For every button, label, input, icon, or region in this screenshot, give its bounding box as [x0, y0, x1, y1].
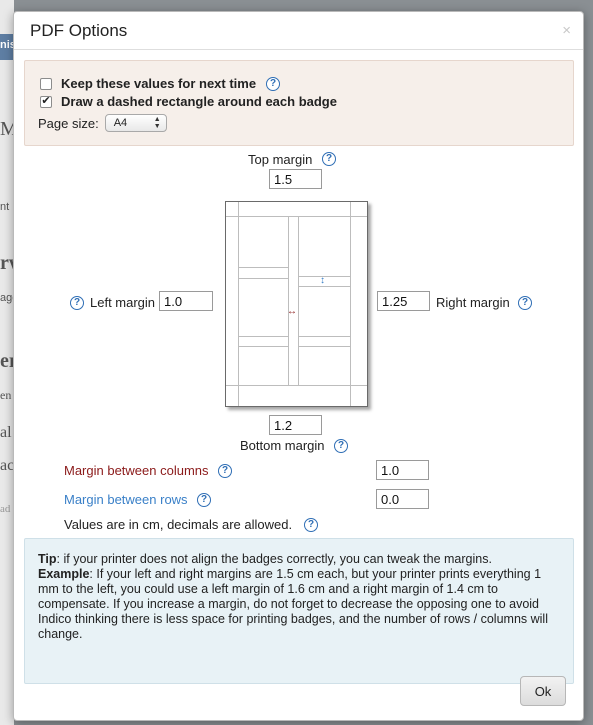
- top-margin-input[interactable]: [269, 169, 322, 189]
- help-icon[interactable]: ?: [334, 439, 348, 453]
- right-margin-label: Right margin: [436, 295, 510, 310]
- left-margin-line: [238, 202, 239, 406]
- rows-margin-input[interactable]: [376, 489, 429, 509]
- example-text: : If your left and right margins are 1.5…: [38, 567, 548, 641]
- right-margin-line: [350, 202, 351, 406]
- close-icon[interactable]: ×: [562, 22, 571, 39]
- help-icon[interactable]: ?: [304, 518, 318, 532]
- row-gap-line: [238, 267, 289, 268]
- dialog-titlebar: PDF Options ×: [14, 12, 583, 50]
- columns-margin-label: Margin between columns: [64, 463, 209, 478]
- select-arrows-icon: ▲ ▼: [153, 116, 161, 130]
- dashed-rect-checkbox[interactable]: ✔: [40, 95, 52, 108]
- background-fragment: ac: [0, 457, 14, 474]
- row-gap-line: [238, 336, 289, 337]
- tip-box: Tip: if your printer does not align the …: [24, 538, 574, 684]
- example-label: Example: [38, 567, 90, 581]
- options-panel: Keep these values for next time ? ✔ Draw…: [24, 60, 574, 146]
- background-header-band: nis: [0, 34, 14, 60]
- page-size-label: Page size:: [38, 115, 99, 131]
- row-gap-line: [238, 346, 289, 347]
- dashed-rect-row: ✔ Draw a dashed rectangle around each ba…: [40, 94, 337, 109]
- columns-margin-input[interactable]: [376, 460, 429, 480]
- background-fragment: er: [0, 350, 14, 372]
- row-gap-line: [298, 346, 351, 347]
- dialog-title: PDF Options: [30, 21, 128, 40]
- help-icon[interactable]: ?: [218, 464, 232, 478]
- keep-values-label: Keep these values for next time: [61, 76, 257, 91]
- ok-button[interactable]: Ok: [520, 676, 566, 706]
- row-gap-arrow-icon: ↕: [320, 275, 325, 286]
- help-icon[interactable]: ?: [518, 296, 532, 310]
- page-size-value: A4: [113, 117, 128, 129]
- page-size-row: Page size: A4 ▲ ▼: [38, 114, 167, 132]
- left-margin-input[interactable]: [159, 291, 213, 311]
- page-size-select[interactable]: A4 ▲ ▼: [104, 114, 167, 132]
- dashed-rect-label: Draw a dashed rectangle around each badg…: [61, 94, 337, 109]
- keep-values-row: Keep these values for next time ?: [40, 76, 281, 91]
- column-gap-line: [288, 216, 289, 386]
- bottom-margin-label: Bottom margin: [240, 438, 325, 453]
- help-icon[interactable]: ?: [266, 76, 281, 91]
- background-fragment: rw: [0, 252, 14, 274]
- background-fragment: ad: [0, 503, 11, 515]
- background-fragment: nt: [0, 201, 10, 213]
- bottom-margin-input[interactable]: [269, 415, 322, 435]
- row-gap-line: [298, 336, 351, 337]
- background-fragment: age: [0, 292, 14, 304]
- help-icon[interactable]: ?: [70, 296, 84, 310]
- page-layout-diagram: ↔ ↕: [225, 201, 368, 407]
- keep-values-checkbox[interactable]: [40, 77, 52, 90]
- units-note: Values are in cm, decimals are allowed.: [64, 517, 293, 532]
- background-fragment: al: [0, 424, 12, 441]
- column-gap-arrow-icon: ↔: [287, 306, 297, 317]
- row-gap-line: [238, 278, 289, 279]
- background-fragment: nis: [0, 39, 14, 51]
- help-icon[interactable]: ?: [197, 493, 211, 507]
- tip-text: : if your printer does not align the bad…: [56, 552, 492, 566]
- rows-margin-label: Margin between rows: [64, 492, 188, 507]
- pdf-options-dialog: PDF Options × Keep these values for next…: [13, 11, 584, 721]
- top-margin-label: Top margin: [248, 152, 313, 167]
- background-fragment: M: [0, 118, 14, 140]
- left-margin-label: Left margin: [90, 295, 156, 310]
- help-icon[interactable]: ?: [322, 152, 336, 166]
- column-gap-line: [298, 216, 299, 386]
- tip-label: Tip: [38, 552, 57, 566]
- background-fragment: en: [0, 388, 12, 402]
- top-margin-line: [226, 216, 367, 217]
- row-gap-line: [298, 286, 351, 287]
- bottom-margin-line: [226, 385, 367, 386]
- right-margin-input[interactable]: [377, 291, 430, 311]
